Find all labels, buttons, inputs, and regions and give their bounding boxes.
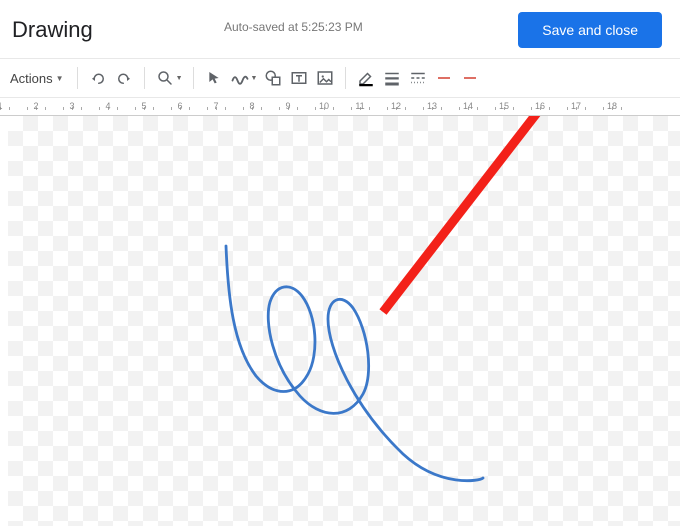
zoom-button[interactable] <box>152 65 178 91</box>
ruler-segment: 6 <box>162 98 198 115</box>
line-dash-button[interactable] <box>405 65 431 91</box>
ruler-segment: 9 <box>270 98 306 115</box>
actions-menu-button[interactable]: Actions ▼ <box>4 67 70 90</box>
ruler-segment: 12 <box>378 98 414 115</box>
drawing-canvas[interactable] <box>8 116 680 526</box>
ruler-segment: 8 <box>234 98 270 115</box>
image-tool[interactable] <box>312 65 338 91</box>
ruler-segment: 1 <box>0 98 18 115</box>
ruler-segment: 11 <box>342 98 378 115</box>
ruler-segment: 5 <box>126 98 162 115</box>
line-tool[interactable] <box>227 65 253 91</box>
line-weight-button[interactable] <box>379 65 405 91</box>
redo-button[interactable] <box>111 65 137 91</box>
ruler-segment: 16 <box>522 98 558 115</box>
ruler-segment: 13 <box>414 98 450 115</box>
ruler-segment: 3 <box>54 98 90 115</box>
toolbar: Actions ▼ ▼ ▼ <box>0 59 680 98</box>
save-and-close-button[interactable]: Save and close <box>518 12 662 48</box>
horizontal-ruler: 123456789101112131415161718 <box>0 98 680 116</box>
line-color-button[interactable] <box>353 65 379 91</box>
select-tool[interactable] <box>201 65 227 91</box>
dialog-title: Drawing <box>12 17 93 43</box>
ruler-segment: 14 <box>450 98 486 115</box>
ruler-segment: 2 <box>18 98 54 115</box>
ruler-segment: 7 <box>198 98 234 115</box>
ruler-segment: 10 <box>306 98 342 115</box>
line-end-button[interactable] <box>457 65 483 91</box>
autosave-status: Auto-saved at 5:25:23 PM <box>224 20 363 34</box>
undo-button[interactable] <box>85 65 111 91</box>
ruler-segment: 18 <box>594 98 630 115</box>
ruler-segment: 15 <box>486 98 522 115</box>
ruler-segment: 17 <box>558 98 594 115</box>
chevron-down-icon: ▼ <box>56 74 64 83</box>
separator <box>77 67 78 89</box>
line-start-button[interactable] <box>431 65 457 91</box>
actions-label: Actions <box>10 71 53 86</box>
ruler-segment: 4 <box>90 98 126 115</box>
separator <box>144 67 145 89</box>
scribble-drawing <box>8 116 680 526</box>
separator <box>345 67 346 89</box>
dialog-header: Drawing Auto-saved at 5:25:23 PM Save an… <box>0 0 680 59</box>
shape-tool[interactable] <box>260 65 286 91</box>
separator <box>193 67 194 89</box>
annotation-arrow <box>8 116 680 526</box>
textbox-tool[interactable] <box>286 65 312 91</box>
